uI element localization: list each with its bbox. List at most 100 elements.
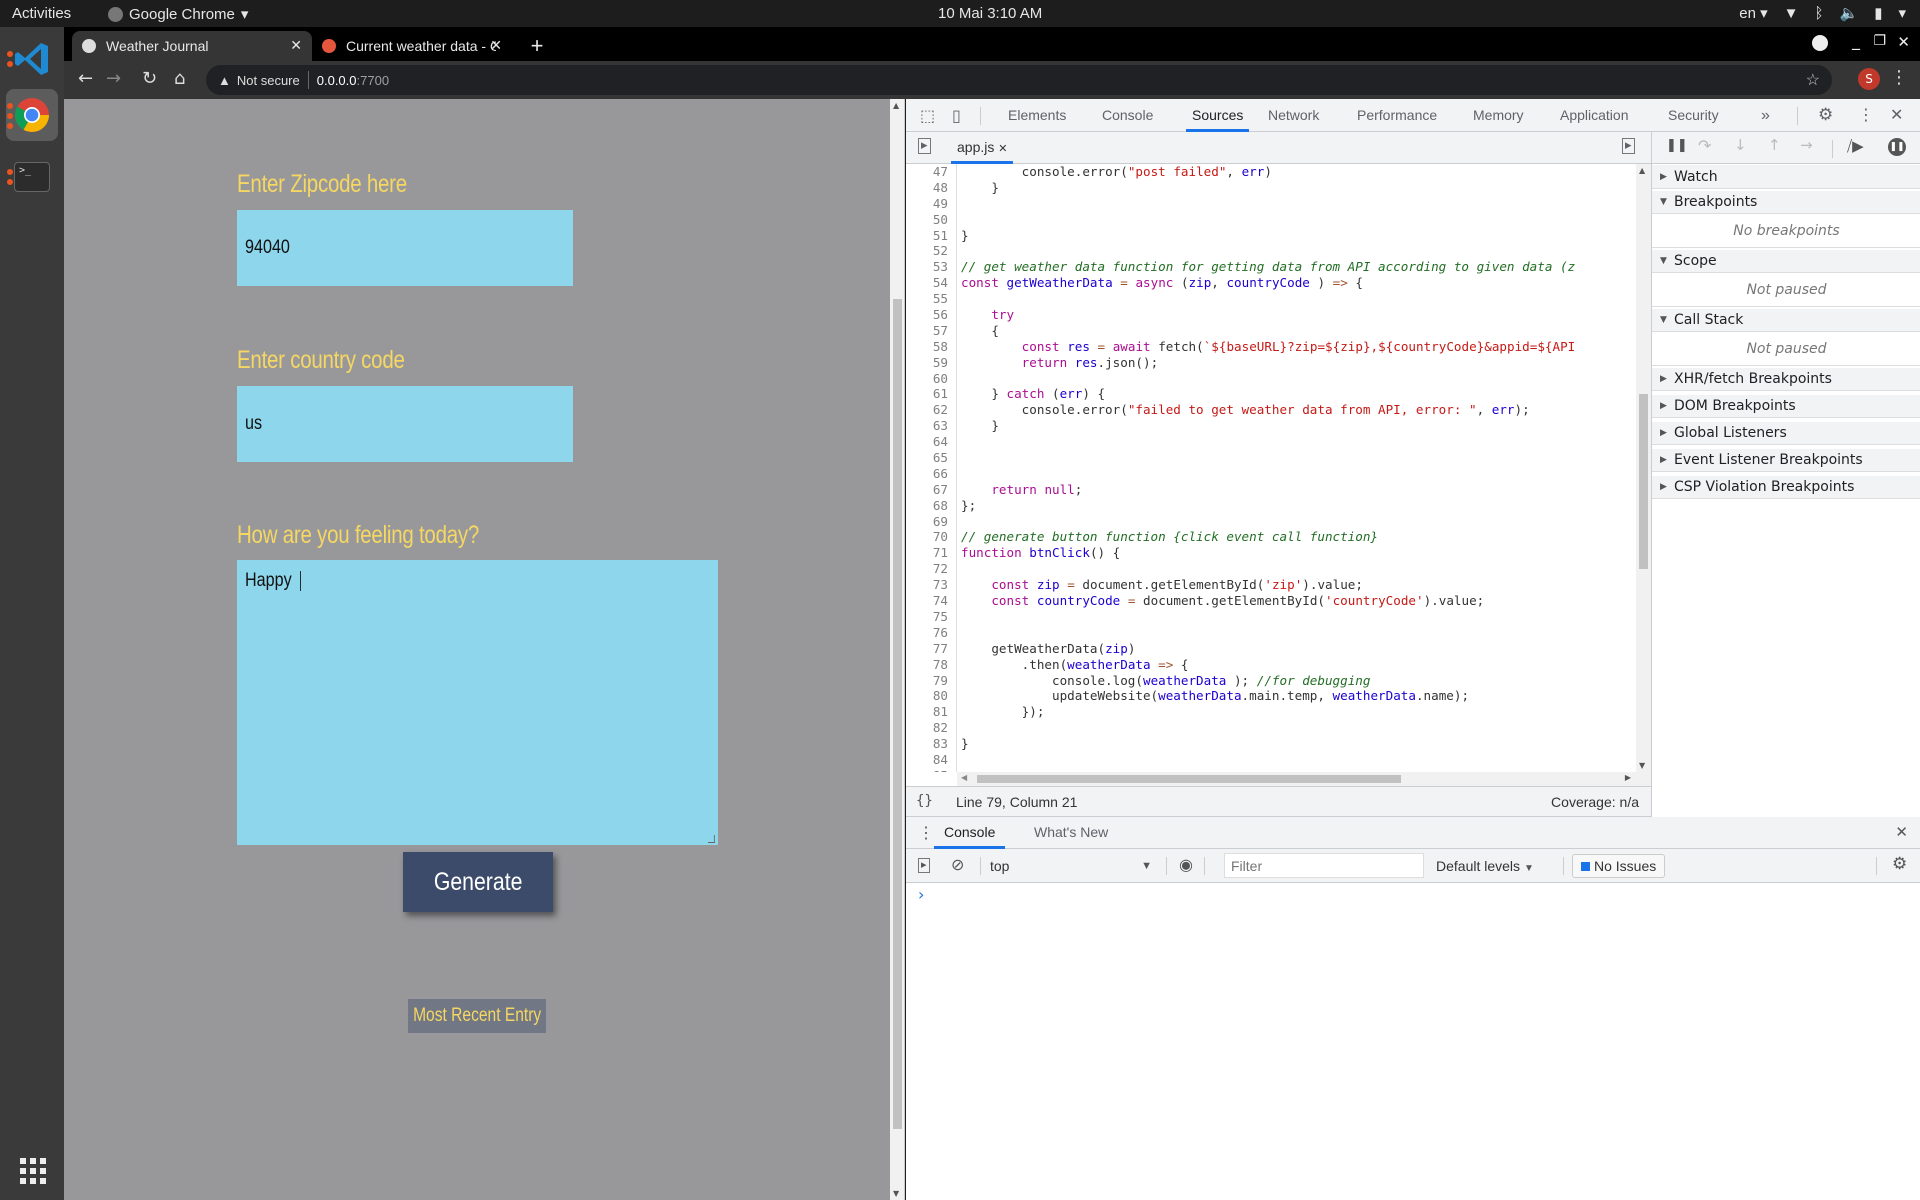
- close-file-icon[interactable]: ✕: [998, 143, 1007, 155]
- tab-sources[interactable]: Sources: [1186, 99, 1250, 132]
- page-scrollbar[interactable]: ▲ ▼: [890, 99, 905, 1200]
- line-number[interactable]: 73: [906, 577, 957, 594]
- debugger-section-xhr-fetch-breakpoints[interactable]: ▶ XHR/fetch Breakpoints: [1652, 368, 1920, 391]
- line-number[interactable]: 51: [906, 227, 957, 244]
- tab-performance[interactable]: Performance: [1357, 99, 1437, 132]
- deactivate-breakpoints-icon[interactable]: ⧸▶: [1847, 137, 1864, 155]
- line-number[interactable]: 54: [906, 275, 957, 292]
- code-line[interactable]: 78 .then(weatherData => {: [906, 656, 1636, 673]
- code-line[interactable]: 72: [906, 561, 1636, 578]
- menu-kebab-icon[interactable]: ⋮: [1890, 67, 1908, 88]
- code-editor[interactable]: 47 console.error("post failed", err) 48 }…: [906, 164, 1636, 772]
- settings-gear-icon[interactable]: ⚙: [1818, 105, 1833, 125]
- scroll-up-icon[interactable]: ▲: [893, 101, 899, 110]
- code-line[interactable]: 50: [906, 211, 1636, 228]
- code-line[interactable]: 65: [906, 450, 1636, 466]
- line-number[interactable]: 58: [906, 338, 957, 355]
- line-number[interactable]: 59: [906, 354, 957, 371]
- language-indicator[interactable]: en ▾: [1739, 4, 1767, 22]
- line-number[interactable]: 56: [906, 307, 957, 323]
- code-line[interactable]: 64: [906, 434, 1636, 451]
- tab-console[interactable]: Console: [1102, 99, 1153, 132]
- code-hscroll-thumb[interactable]: [977, 775, 1401, 783]
- line-number[interactable]: 52: [906, 243, 957, 260]
- code-line[interactable]: 66: [906, 465, 1636, 482]
- app-menu[interactable]: Google Chrome ▾: [108, 5, 248, 23]
- debugger-section-breakpoints[interactable]: ▼ Breakpoints: [1652, 191, 1920, 214]
- live-expression-eye-icon[interactable]: ◉: [1179, 855, 1193, 875]
- drawer-menu-icon[interactable]: ⋮: [918, 823, 934, 843]
- line-number[interactable]: 70: [906, 529, 957, 546]
- tab-network[interactable]: Network: [1268, 99, 1319, 132]
- tab-search-icon[interactable]: [1812, 35, 1828, 51]
- code-scroll-thumb[interactable]: [1639, 394, 1648, 569]
- dock-chrome[interactable]: [6, 89, 58, 141]
- close-drawer-icon[interactable]: ✕: [1895, 823, 1908, 841]
- code-line[interactable]: 57 {: [906, 322, 1636, 339]
- close-devtools-icon[interactable]: ✕: [1890, 105, 1903, 124]
- code-line[interactable]: 70// generate button function {click eve…: [906, 529, 1636, 546]
- forward-button[interactable]: →: [106, 68, 121, 89]
- tab-current-weather[interactable]: Current weather data - Op ✕: [312, 31, 512, 61]
- code-line[interactable]: 47 console.error("post failed", err): [906, 164, 1636, 180]
- line-number[interactable]: 79: [906, 672, 957, 689]
- step-out-icon[interactable]: ↑: [1768, 136, 1781, 154]
- file-tab-app-js[interactable]: app.js ✕: [951, 132, 1014, 164]
- code-vertical-scrollbar[interactable]: ▲ ▼: [1636, 164, 1651, 772]
- code-line[interactable]: 53// get weather data function for getti…: [906, 259, 1636, 276]
- line-number[interactable]: 60: [906, 370, 957, 387]
- line-number[interactable]: 82: [906, 720, 957, 737]
- address-bar[interactable]: ▲ Not secure 0.0.0.0:7700 ☆: [206, 65, 1832, 95]
- line-number[interactable]: 72: [906, 561, 957, 578]
- code-line[interactable]: 49: [906, 195, 1636, 212]
- code-line[interactable]: 82: [906, 720, 1636, 737]
- code-line[interactable]: 79 console.log(weatherData ); //for debu…: [906, 672, 1636, 689]
- scroll-up-icon[interactable]: ▲: [1639, 166, 1645, 175]
- line-number[interactable]: 50: [906, 211, 957, 228]
- clear-console-icon[interactable]: ⊘: [951, 855, 964, 875]
- line-number[interactable]: 49: [906, 195, 957, 212]
- console-sidebar-toggle-icon[interactable]: ▸: [918, 858, 930, 873]
- warning-icon[interactable]: ▲: [218, 73, 231, 88]
- toggle-navigator-icon[interactable]: ▸: [918, 138, 931, 154]
- system-tray[interactable]: en ▾ ▼ ᛒ 🔈 ▮ ▾: [1739, 4, 1906, 23]
- code-line[interactable]: 59 return res.json();: [906, 354, 1636, 371]
- code-line[interactable]: 80 updateWebsite(weatherData.main.temp, …: [906, 688, 1636, 705]
- line-number[interactable]: 83: [906, 736, 957, 752]
- drawer-tab-whats-new[interactable]: What's New: [1034, 817, 1108, 849]
- more-tabs-button[interactable]: »: [1761, 99, 1770, 132]
- issues-button[interactable]: No Issues: [1572, 854, 1666, 878]
- device-toolbar-icon[interactable]: ▯: [952, 106, 961, 125]
- tab-application[interactable]: Application: [1560, 99, 1629, 132]
- code-line[interactable]: 77 getWeatherData(zip): [906, 640, 1636, 657]
- context-selector[interactable]: top ▼: [990, 849, 1160, 883]
- code-line[interactable]: 67 return null;: [906, 481, 1636, 498]
- code-line[interactable]: 54 const getWeatherData = async (zip, cou…: [906, 275, 1636, 292]
- debugger-section-scope[interactable]: ▼ Scope: [1652, 250, 1920, 273]
- console-filter-input[interactable]: [1224, 853, 1424, 878]
- tab-elements[interactable]: Elements: [1008, 99, 1066, 132]
- line-number[interactable]: 69: [906, 513, 957, 530]
- log-levels-dropdown[interactable]: Default levels ▼: [1436, 849, 1534, 883]
- code-line[interactable]: 52: [906, 243, 1636, 260]
- debugger-section-global-listeners[interactable]: ▶ Global Listeners: [1652, 422, 1920, 445]
- clock[interactable]: 10 Mai 3:10 AM: [938, 5, 1042, 22]
- line-number[interactable]: 67: [906, 481, 957, 498]
- page-scroll-thumb[interactable]: [893, 299, 902, 1129]
- scroll-right-icon[interactable]: ▶: [1625, 773, 1631, 782]
- code-line[interactable]: 75: [906, 608, 1636, 625]
- line-number[interactable]: 68: [906, 497, 957, 514]
- line-number[interactable]: 47: [906, 164, 957, 180]
- code-line[interactable]: 71 function btnClick() {: [906, 545, 1636, 562]
- code-line[interactable]: 56 try: [906, 307, 1636, 323]
- code-line[interactable]: 84: [906, 751, 1636, 768]
- scroll-down-icon[interactable]: ▼: [1639, 761, 1645, 770]
- tab-memory[interactable]: Memory: [1473, 99, 1524, 132]
- code-line[interactable]: 74 const countryCode = document.getEleme…: [906, 593, 1636, 609]
- line-number[interactable]: 85: [906, 767, 957, 772]
- new-tab-button[interactable]: +: [522, 31, 552, 61]
- code-line[interactable]: 55: [906, 291, 1636, 308]
- debugger-section-csp-violation-breakpoints[interactable]: ▶ CSP Violation Breakpoints: [1652, 476, 1920, 499]
- line-number[interactable]: 78: [906, 656, 957, 673]
- pause-on-exceptions-icon[interactable]: ❚❚: [1888, 138, 1906, 156]
